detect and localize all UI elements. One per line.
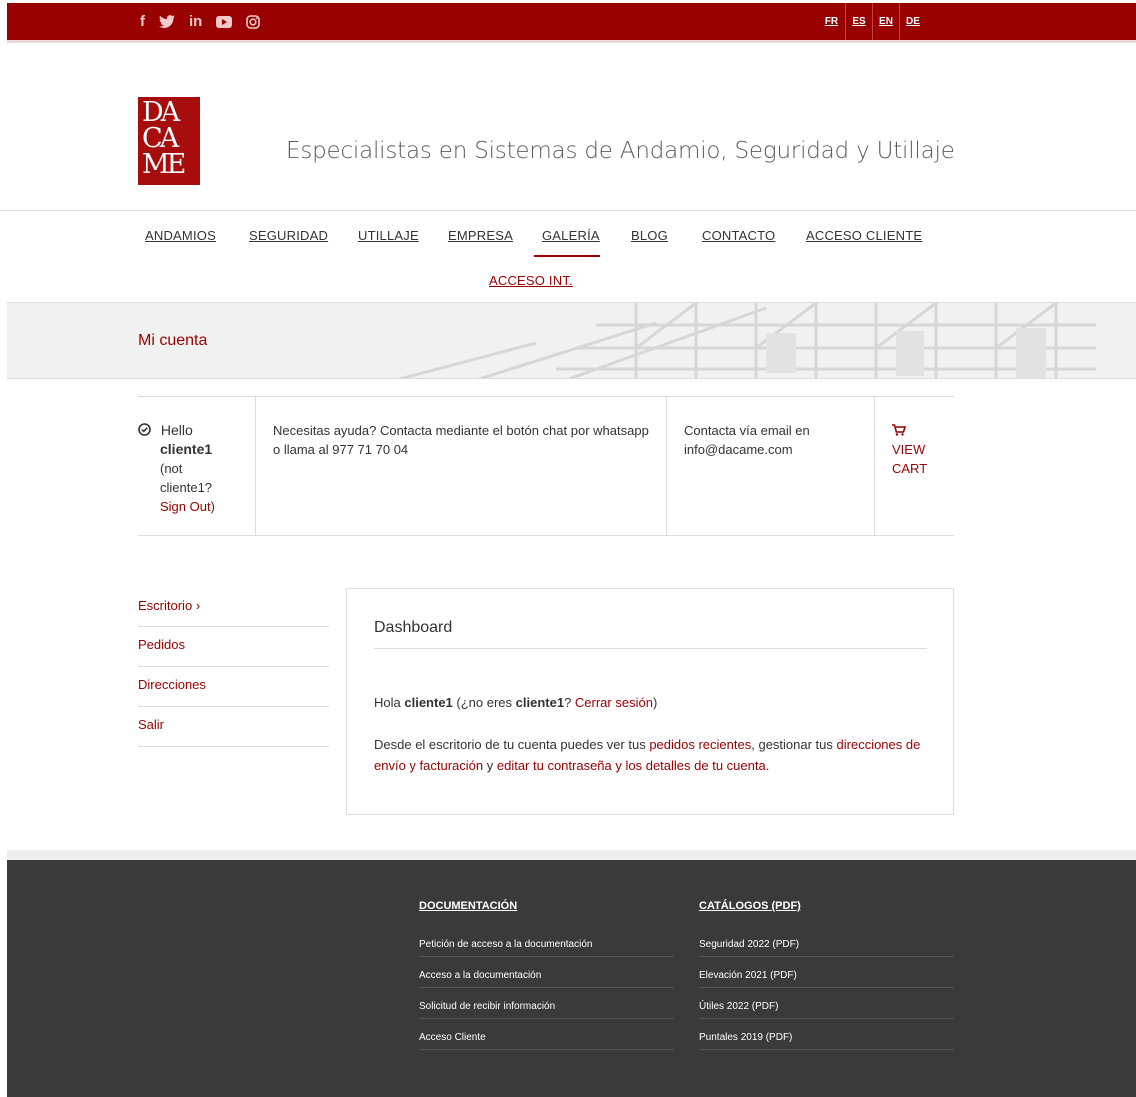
linkedin-icon[interactable]: in (189, 13, 202, 30)
nav-utillaje[interactable]: UTILLAJE (358, 228, 419, 243)
footer-link[interactable]: Puntales 2019 (PDF) (699, 1032, 792, 1043)
help-text: Necesitas ayuda? Contacta mediante el bo… (255, 397, 666, 535)
header-divider (0, 210, 1136, 211)
site-footer: DOCUMENTACIÓN Petición de acceso a la do… (7, 850, 1136, 1097)
footer-col-documentacion: DOCUMENTACIÓN Petición de acceso a la do… (419, 900, 674, 1050)
menu-item-pedidos: Pedidos (138, 627, 329, 667)
account-menu: Escritorio › Pedidos Direcciones Salir (138, 590, 329, 747)
logout-link[interactable]: Cerrar sesión (575, 695, 653, 710)
facebook-icon[interactable]: f (140, 13, 145, 30)
page-hero: Mi cuenta (7, 302, 1136, 379)
nav-seguridad[interactable]: SEGURIDAD (249, 228, 328, 243)
nav-acceso-int[interactable]: ACCESO INT. (489, 273, 573, 288)
view-cart: VIEW CART (874, 397, 954, 535)
nav-andamios[interactable]: ANDAMIOS (145, 228, 216, 243)
account-info-bar: Hello cliente1 (not cliente1? Sign Out) … (138, 396, 954, 536)
menu-item-direcciones: Direcciones (138, 667, 329, 707)
nav-contacto[interactable]: CONTACTO (702, 228, 775, 243)
account-details-link[interactable]: editar tu contraseña y los detalles de t… (497, 758, 766, 773)
cart-icon (892, 423, 911, 438)
menu-link-escritorio[interactable]: Escritorio (138, 598, 192, 613)
footer-link[interactable]: Elevación 2021 (PDF) (699, 970, 797, 981)
username: cliente1 (160, 441, 213, 457)
footer-link[interactable]: Acceso a la documentación (419, 970, 541, 981)
hello-label: Hello (160, 422, 193, 438)
top-bar: f in FR ES EN DE (7, 3, 1136, 43)
lang-es[interactable]: ES (845, 3, 872, 40)
footer-link[interactable]: Solicitud de recibir información (419, 1001, 555, 1012)
scaffold-illustration (397, 303, 1096, 378)
menu-link-pedidos[interactable]: Pedidos (138, 637, 185, 652)
nav-galeria[interactable]: GALERÍA (542, 228, 600, 243)
footer-col-catalogos: CATÁLOGOS (PDF) Seguridad 2022 (PDF) Ele… (699, 900, 954, 1050)
dashboard-title: Dashboard (374, 619, 453, 636)
social-links: f in (140, 13, 261, 30)
nav-active-indicator (534, 255, 600, 257)
nav-empresa[interactable]: EMPRESA (448, 228, 513, 243)
lang-en[interactable]: EN (872, 3, 899, 40)
menu-item-salir: Salir (138, 707, 329, 747)
dashboard-description: Desde el escritorio de tu cuenta puedes … (374, 737, 921, 773)
twitter-icon[interactable] (159, 14, 175, 29)
email-contact-text: Contacta vía email en info@dacame.com (666, 397, 874, 535)
lang-de[interactable]: DE (899, 3, 926, 40)
lang-fr[interactable]: FR (818, 3, 845, 40)
check-circle-icon (138, 422, 161, 438)
user-greeting: Hello cliente1 (not cliente1? Sign Out) (138, 397, 255, 535)
footer-link[interactable]: Acceso Cliente (419, 1032, 486, 1043)
site-tagline: Especialistas en Sistemas de Andamio, Se… (286, 138, 955, 164)
menu-link-direcciones[interactable]: Direcciones (138, 677, 206, 692)
footer-link[interactable]: Útiles 2022 (PDF) (699, 1001, 778, 1012)
youtube-icon[interactable] (216, 15, 233, 28)
chevron-right-icon: › (195, 598, 201, 613)
recent-orders-link[interactable]: pedidos recientes (649, 737, 751, 752)
dashboard-greeting: Hola cliente1 (¿no eres cliente1? Cerrar… (374, 695, 658, 710)
footer-link[interactable]: Seguridad 2022 (PDF) (699, 939, 799, 950)
sign-out-link[interactable]: Sign Out (160, 499, 211, 514)
page-title: Mi cuenta (138, 332, 208, 349)
menu-item-escritorio: Escritorio › (138, 590, 329, 627)
menu-link-salir[interactable]: Salir (138, 717, 164, 732)
instagram-icon[interactable] (246, 14, 261, 29)
footer-heading-documentacion: DOCUMENTACIÓN (419, 900, 518, 912)
nav-acceso-cliente[interactable]: ACCESO CLIENTE (806, 228, 922, 243)
footer-heading-catalogos: CATÁLOGOS (PDF) (699, 900, 801, 912)
nav-blog[interactable]: BLOG (631, 228, 668, 243)
view-cart-link[interactable]: VIEW CART (892, 442, 927, 476)
dashboard-divider (374, 648, 927, 649)
logo[interactable]: DA CA ME (138, 97, 200, 185)
dashboard-panel: Dashboard Hola cliente1 (¿no eres client… (346, 588, 954, 815)
not-user-text: (not cliente1? (160, 461, 213, 495)
language-switcher: FR ES EN DE (818, 3, 926, 40)
footer-link[interactable]: Petición de acceso a la documentación (419, 939, 592, 950)
